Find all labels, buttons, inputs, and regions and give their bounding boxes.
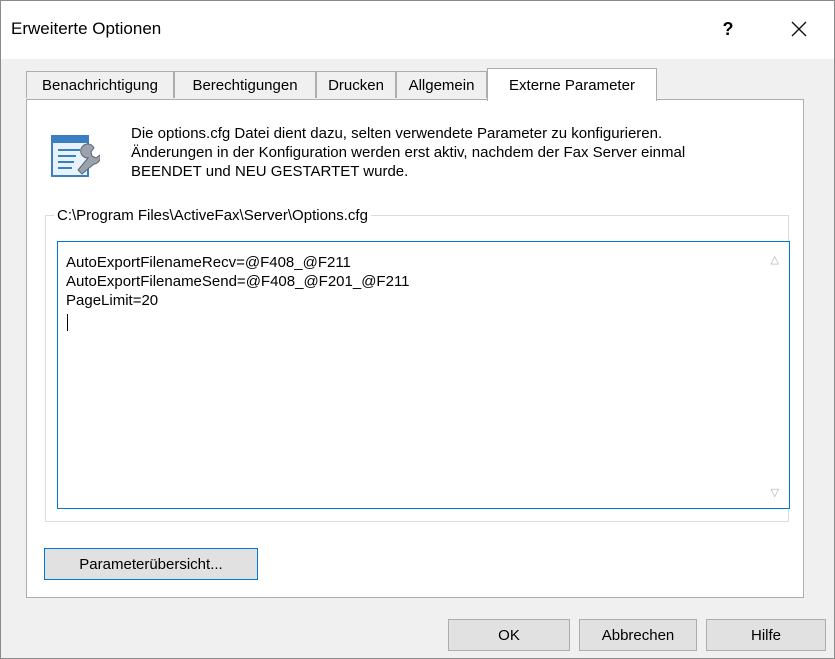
config-line-3: PageLimit=20	[66, 292, 159, 309]
info-line-3: BEENDET und NEU GESTARTET wurde.	[131, 163, 409, 180]
help-title-button[interactable]: ?	[706, 11, 750, 47]
config-editor[interactable]: AutoExportFilenameRecv=@F408_@F211 AutoE…	[57, 241, 790, 509]
help-button[interactable]: Hilfe	[706, 619, 826, 651]
config-file-path: C:\Program Files\ActiveFax\Server\Option…	[54, 207, 371, 224]
parameter-overview-label: Parameterübersicht...	[79, 555, 223, 573]
config-line-2: AutoExportFilenameSend=@F408_@F201_@F211	[66, 273, 410, 290]
tab-allgemein[interactable]: Allgemein	[396, 71, 487, 98]
info-line-1: Die options.cfg Datei dient dazu, selten…	[131, 125, 663, 142]
title-bar: Erweiterte Optionen ?	[1, 1, 834, 59]
info-text: Die options.cfg Datei dient dazu, selten…	[131, 124, 781, 181]
tab-drucken[interactable]: Drucken	[316, 71, 396, 98]
tab-benachrichtigung[interactable]: Benachrichtigung	[26, 71, 174, 98]
config-line-1: AutoExportFilenameRecv=@F408_@F211	[66, 254, 351, 271]
tab-externe-parameter[interactable]: Externe Parameter	[487, 68, 657, 101]
tab-berechtigungen[interactable]: Berechtigungen	[174, 71, 316, 98]
settings-file-icon	[51, 135, 100, 177]
close-icon	[791, 21, 807, 37]
close-button[interactable]	[771, 9, 827, 49]
text-caret	[67, 314, 68, 331]
cancel-button[interactable]: Abbrechen	[579, 619, 697, 651]
parameter-overview-button[interactable]: Parameterübersicht...	[44, 548, 258, 580]
ok-button[interactable]: OK	[448, 619, 570, 651]
scroll-down-icon[interactable]: ▽	[771, 486, 779, 499]
scroll-up-icon[interactable]: △	[771, 253, 779, 266]
info-line-2: Änderungen in der Konfiguration werden e…	[131, 144, 686, 161]
window-title: Erweiterte Optionen	[11, 19, 162, 38]
